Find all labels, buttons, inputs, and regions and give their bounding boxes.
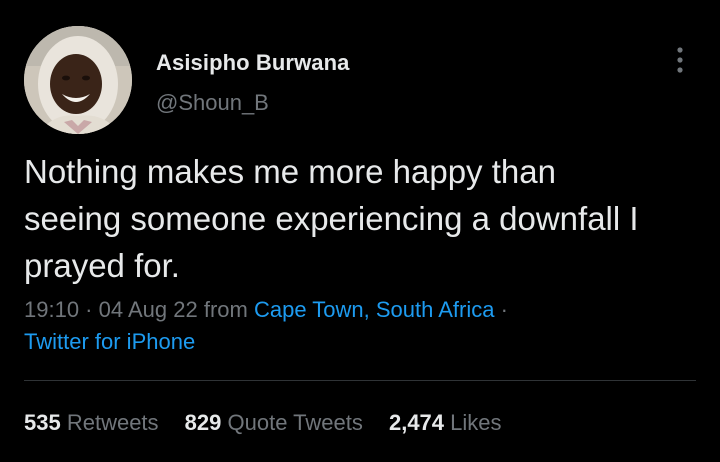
likes-label: Likes	[444, 410, 502, 435]
quote-tweets-label: Quote Tweets	[221, 410, 363, 435]
tweet-time[interactable]: 19:10	[24, 297, 79, 322]
tweet-text: Nothing makes me more happy than seeing …	[24, 153, 639, 284]
meta-separator-trailing: ·	[494, 297, 508, 322]
likes-stat[interactable]: 2,474 Likes	[389, 410, 502, 436]
avatar[interactable]	[24, 26, 132, 134]
tweet-location-link[interactable]: Cape Town, South Africa	[254, 297, 495, 322]
tweet-stats: 535 Retweets 829 Quote Tweets 2,474 Like…	[24, 410, 522, 436]
tweet-source-link[interactable]: Twitter for iPhone	[24, 329, 195, 354]
quote-tweets-stat[interactable]: 829 Quote Tweets	[185, 410, 363, 436]
more-vertical-icon	[677, 47, 683, 73]
tweet-date[interactable]: 04 Aug 22	[99, 297, 198, 322]
tweet-card: Asisipho Burwana @Shoun_B Nothing makes …	[0, 0, 720, 462]
likes-count: 2,474	[388, 410, 445, 435]
avatar-photo	[24, 26, 132, 134]
retweets-count: 535	[24, 410, 61, 435]
quote-tweets-count: 829	[184, 410, 222, 435]
author-handle[interactable]: @Shoun_B	[156, 90, 269, 116]
retweets-label: Retweets	[60, 410, 159, 435]
author-display-name[interactable]: Asisipho Burwana	[156, 50, 350, 76]
more-options-button[interactable]	[668, 40, 692, 80]
tweet-meta: 19:10 · 04 Aug 22 from Cape Town, South …	[24, 294, 704, 358]
meta-separator: ·	[79, 297, 99, 322]
from-label: from	[197, 297, 254, 322]
divider	[24, 380, 696, 381]
retweets-stat[interactable]: 535 Retweets	[24, 410, 159, 436]
